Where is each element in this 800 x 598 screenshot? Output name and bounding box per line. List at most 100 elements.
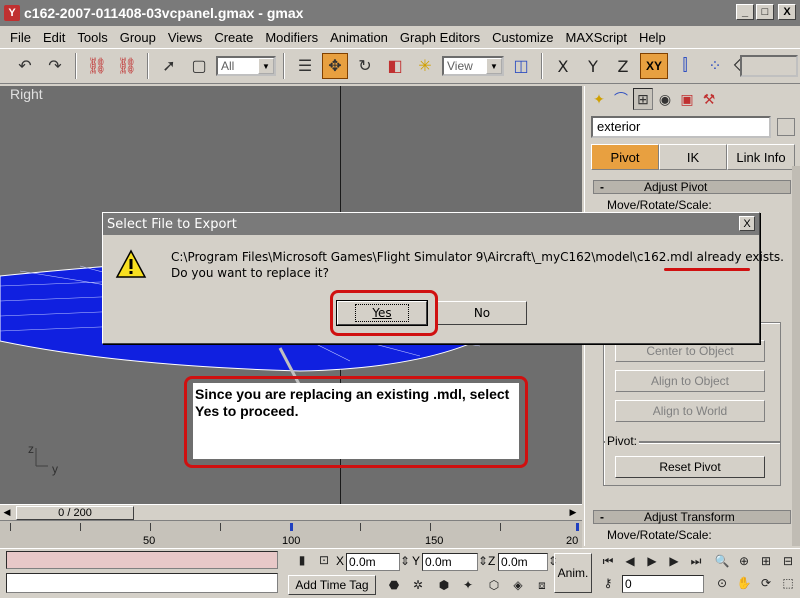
scale-icon[interactable]: ◧	[382, 53, 408, 79]
zoom-all-icon[interactable]: ⊕	[736, 553, 752, 569]
axis-y-button[interactable]: Y	[580, 53, 606, 79]
y-coord-field[interactable]: 0.0m	[422, 553, 478, 571]
rotate-icon[interactable]: ↻	[352, 53, 378, 79]
z-coord-field[interactable]: 0.0m	[498, 553, 548, 571]
prompt-line-field[interactable]	[6, 573, 278, 593]
absolute-mode-icon[interactable]: ⊡	[316, 552, 332, 568]
mirror-icon[interactable]: ⫿	[672, 53, 698, 79]
menu-customize[interactable]: Customize	[486, 30, 559, 45]
menu-group[interactable]: Group	[114, 30, 162, 45]
view-icon[interactable]: ⬣	[386, 577, 402, 593]
y-spinner-icon[interactable]: ⇕	[478, 553, 488, 569]
track-bar[interactable]: 50 100 150 20	[0, 520, 582, 548]
object-name-field[interactable]: exterior	[591, 116, 771, 138]
goto-end-icon[interactable]: ⏭	[688, 553, 704, 569]
menu-animation[interactable]: Animation	[324, 30, 394, 45]
reference-coord-dropdown[interactable]: View ▼	[442, 56, 504, 76]
x-spinner-icon[interactable]: ⇕	[400, 553, 410, 569]
spinner-snap-icon[interactable]: ⬡	[486, 577, 502, 593]
align-to-world-button[interactable]: Align to World	[615, 400, 765, 422]
motion-tab-icon[interactable]: ◉	[655, 88, 675, 110]
tab-ik[interactable]: IK	[659, 144, 727, 170]
maximize-button[interactable]: □	[756, 4, 774, 20]
utilities-tab-icon[interactable]: ⚒	[699, 88, 719, 110]
chevron-right-icon[interactable]: ▶	[566, 506, 580, 520]
pivot-center-icon[interactable]: ◫	[508, 53, 534, 79]
next-frame-icon[interactable]: ▶	[666, 553, 682, 569]
redo-icon[interactable]: ↷	[42, 53, 68, 79]
pan-icon[interactable]: ✋	[736, 575, 752, 591]
maxscript-listener-field[interactable]	[6, 551, 278, 569]
create-tab-icon[interactable]: ✦	[589, 88, 609, 110]
axis-x-button[interactable]: X	[550, 53, 576, 79]
dialog-close-button[interactable]: X	[739, 216, 755, 231]
prev-frame-icon[interactable]: ◀	[622, 553, 638, 569]
snap-toggle-icon[interactable]: ✲	[410, 577, 426, 593]
hierarchy-tab-icon[interactable]: ⊞	[633, 88, 653, 110]
goto-start-icon[interactable]: ⏮	[600, 553, 616, 569]
menu-help[interactable]: Help	[633, 30, 672, 45]
menu-file[interactable]: File	[4, 30, 37, 45]
select-arrow-icon[interactable]: ➚	[156, 53, 182, 79]
link-icon[interactable]: ⛓	[84, 53, 110, 79]
menu-edit[interactable]: Edit	[37, 30, 71, 45]
zoom-region-icon[interactable]: ⊙	[714, 575, 730, 591]
display-tab-icon[interactable]: ▣	[677, 88, 697, 110]
panel-scrollbar[interactable]	[792, 166, 800, 546]
select-region-icon[interactable]: ▢	[186, 53, 212, 79]
key-icon[interactable]: ⚷	[600, 575, 616, 591]
object-color-swatch[interactable]	[777, 118, 795, 136]
tab-link-info[interactable]: Link Info	[727, 144, 795, 170]
unlink-icon[interactable]: ⛓	[114, 53, 140, 79]
arc-rotate-icon[interactable]: ⟳	[758, 575, 774, 591]
x-coord-field[interactable]: 0.0m	[346, 553, 400, 571]
menu-tools[interactable]: Tools	[71, 30, 113, 45]
time-slider[interactable]: ◀ 0 / 200 ▶	[0, 504, 582, 520]
play-icon[interactable]: ▶	[644, 553, 660, 569]
menu-graph-editors[interactable]: Graph Editors	[394, 30, 486, 45]
x-coord-label: X	[336, 554, 345, 568]
gmax-app-icon[interactable]: Y	[4, 5, 20, 21]
percent-snap-icon[interactable]: ✦	[460, 577, 476, 593]
snap-icon[interactable]: ✳	[412, 53, 438, 79]
minimize-button[interactable]: _	[736, 4, 754, 20]
chevron-left-icon[interactable]: ◀	[0, 506, 14, 520]
menu-modifiers[interactable]: Modifiers	[259, 30, 324, 45]
reset-pivot-button[interactable]: Reset Pivot	[615, 456, 765, 478]
menu-maxscript[interactable]: MAXScript	[560, 30, 633, 45]
main-toolbar: ↶ ↷ ⛓ ⛓ ➚ ▢ All ▼ ☰ ✥ ↻ ◧ ✳ View ▼ ◫ X Y…	[0, 48, 800, 84]
rollout-adjust-transform[interactable]: - Adjust Transform	[593, 510, 791, 524]
no-button[interactable]: No	[437, 301, 527, 325]
align-to-object-button[interactable]: Align to Object	[615, 370, 765, 392]
axis-z-button[interactable]: Z	[610, 53, 636, 79]
angle-snap-icon[interactable]: ⬢	[436, 577, 452, 593]
chevron-down-icon: ▼	[486, 58, 502, 74]
status-bar: ▮ ⊡ X 0.0m ⇕ Y 0.0m ⇕ Z 0.0m ⇕ Add Time …	[0, 548, 800, 598]
close-window-button[interactable]: X	[778, 4, 796, 20]
key-mode-icon[interactable]: ◈	[510, 577, 526, 593]
add-time-tag-button[interactable]: Add Time Tag	[288, 575, 376, 595]
undo-icon[interactable]: ↶	[12, 53, 38, 79]
select-by-name-icon[interactable]: ☰	[292, 53, 318, 79]
rollout-adjust-pivot[interactable]: - Adjust Pivot	[593, 180, 791, 194]
current-frame-field[interactable]: 0	[622, 575, 704, 593]
tab-pivot[interactable]: Pivot	[591, 144, 659, 170]
array-icon[interactable]: ⁘	[702, 53, 728, 79]
selection-filter-dropdown[interactable]: All ▼	[216, 56, 276, 76]
modify-tab-icon[interactable]: ⌒	[611, 88, 631, 110]
menu-create[interactable]: Create	[208, 30, 259, 45]
menu-views[interactable]: Views	[162, 30, 208, 45]
callout-text: Since you are replacing an existing .mdl…	[193, 383, 519, 459]
animate-button[interactable]: Anim.	[554, 553, 592, 593]
move-rotate-scale-label-2: Move/Rotate/Scale:	[605, 528, 714, 542]
window-crossing-icon[interactable]: ⧈	[534, 577, 550, 593]
time-slider-thumb[interactable]: 0 / 200	[16, 506, 134, 520]
maximize-viewport-icon[interactable]: ⬚	[780, 575, 796, 591]
zoom-extents-all-icon[interactable]: ⊟	[780, 553, 796, 569]
axis-xy-button[interactable]: XY	[640, 53, 668, 79]
lock-selection-icon[interactable]: ▮	[294, 552, 310, 568]
toolbar-blank-field[interactable]	[740, 55, 798, 77]
move-icon[interactable]: ✥	[322, 53, 348, 79]
zoom-icon[interactable]: 🔍	[714, 553, 730, 569]
zoom-extents-icon[interactable]: ⊞	[758, 553, 774, 569]
